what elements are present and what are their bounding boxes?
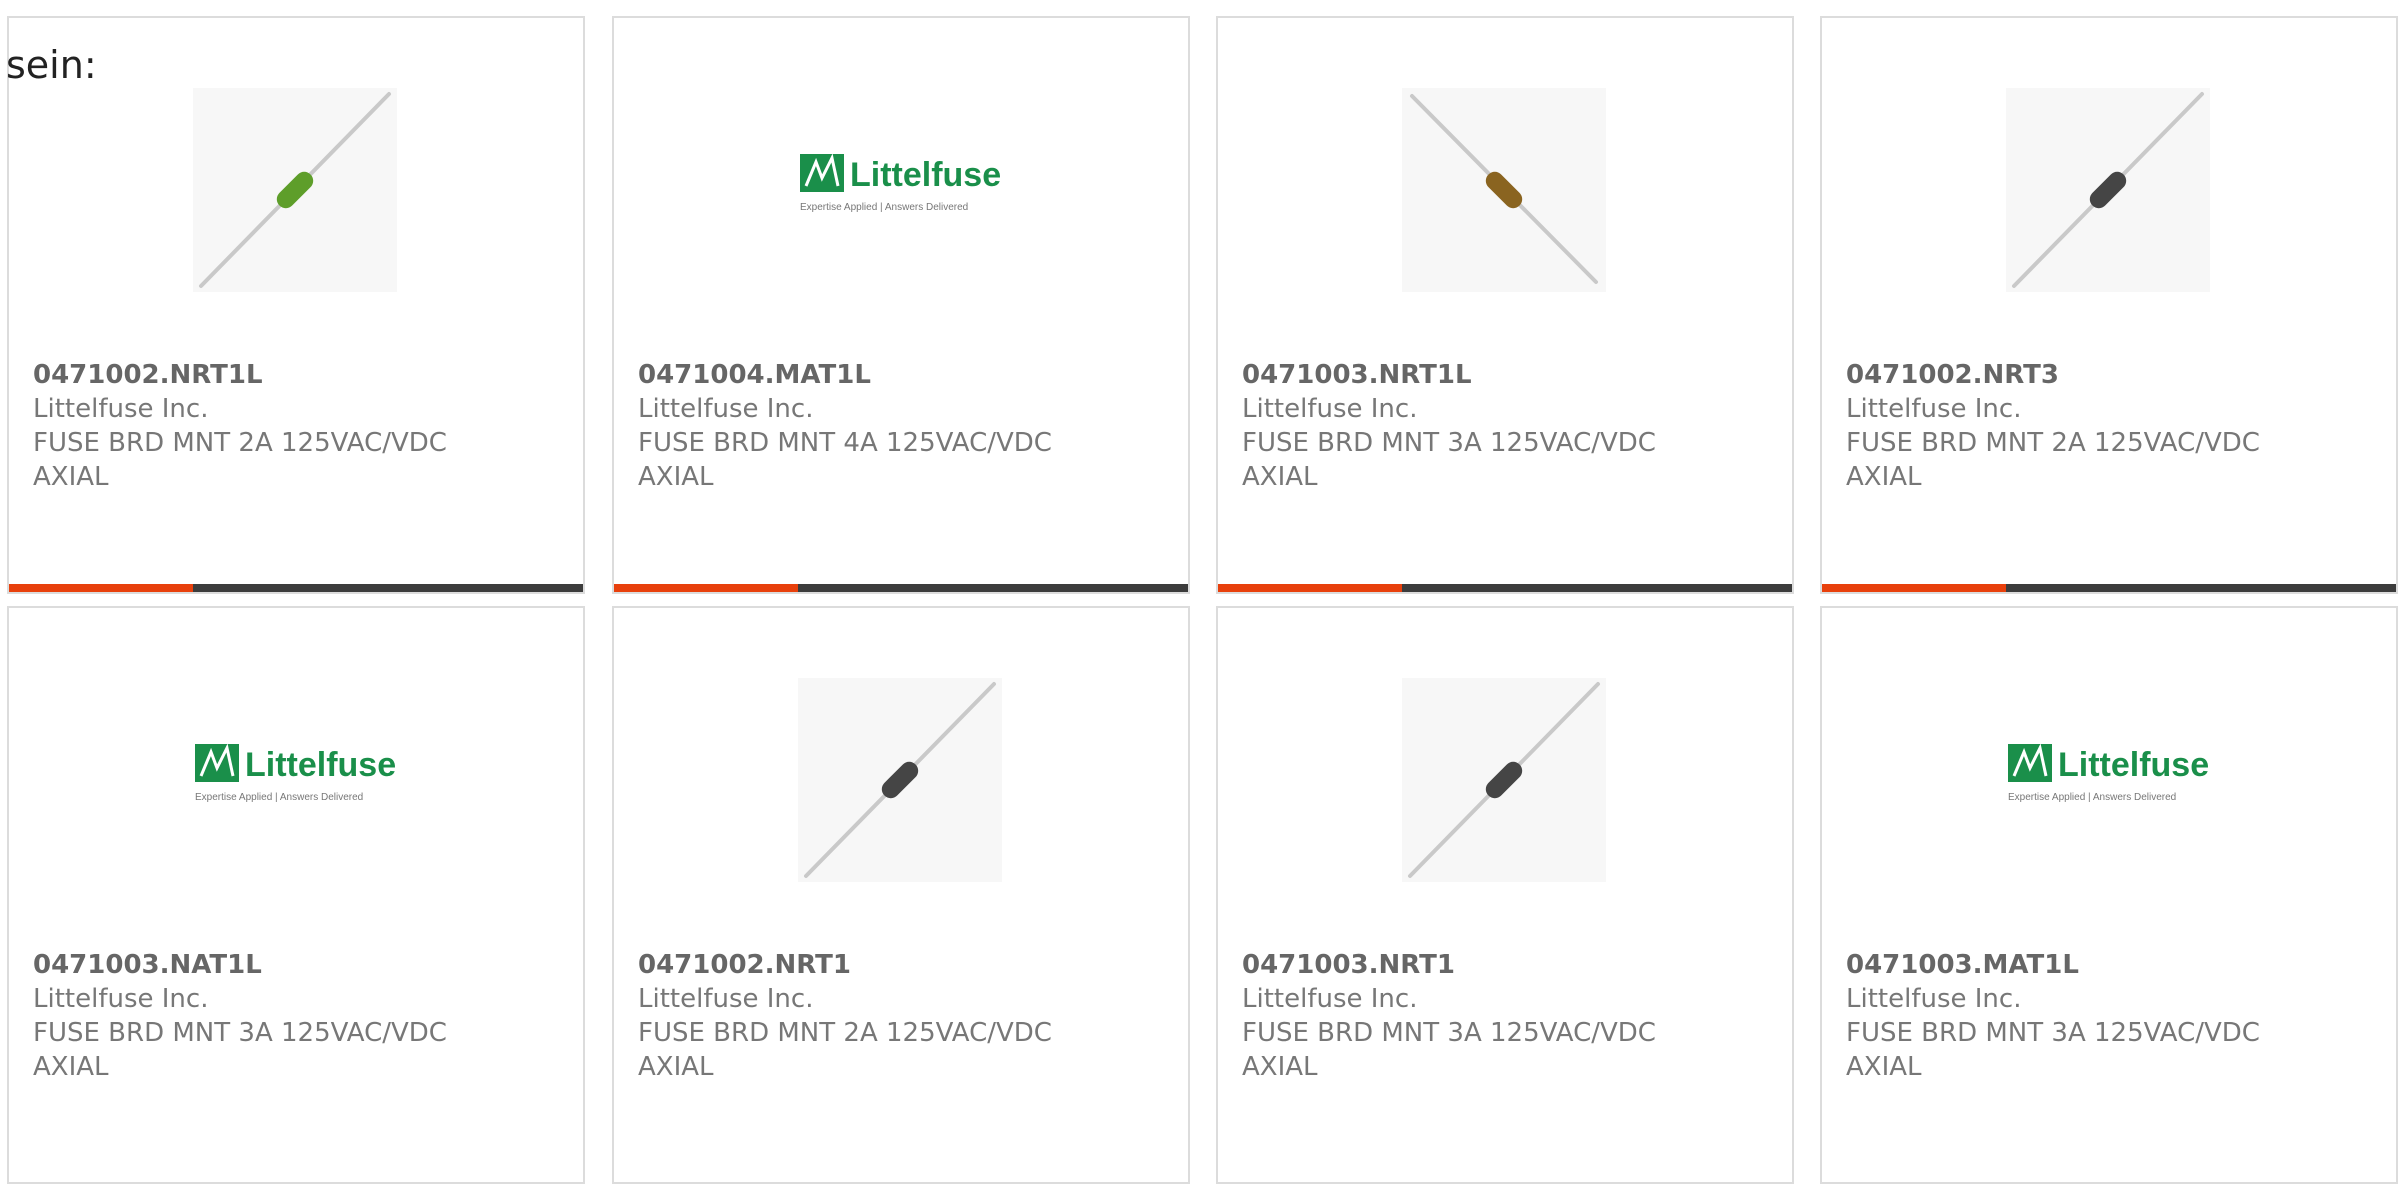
logo-tagline: Expertise Applied | Answers Delivered — [800, 202, 968, 213]
manufacturer-name: Littelfuse Inc. — [638, 394, 814, 424]
logo-wordmark: Littelfuse — [2058, 746, 2209, 784]
product-info: 0471002.NRT1 Littelfuse Inc. FUSE BRD MNT … — [638, 948, 1158, 1084]
manufacturer-name: Littelfuse Inc. — [1242, 394, 1418, 424]
fuse-body — [1485, 761, 1523, 799]
logo-tagline: Expertise Applied | Answers Delivered — [195, 792, 363, 803]
product-logo-image[interactable]: Littelfuse Expertise Applied | Answers De… — [798, 88, 1002, 292]
manufacturer-name: Littelfuse Inc. — [1846, 984, 2022, 1014]
logo-wordmark: Littelfuse — [850, 156, 1001, 194]
part-number-link[interactable]: 0471004.MAT1L — [638, 358, 1158, 392]
part-number-link[interactable]: 0471003.MAT1L — [1846, 948, 2366, 982]
product-info: 0471002.NRT3 Littelfuse Inc. FUSE BRD MNT … — [1846, 358, 2366, 494]
card-progress-bar — [1822, 584, 2396, 592]
littelfuse-logo-mark — [2008, 743, 2052, 782]
part-number-link[interactable]: 0471002.NRT3 — [1846, 358, 2366, 392]
littelfuse-logo-mark — [800, 153, 844, 192]
product-image[interactable] — [2006, 88, 2210, 292]
product-image[interactable] — [193, 88, 397, 292]
product-card[interactable]: 0471003.NRT1 Littelfuse Inc. FUSE BRD MNT … — [1216, 606, 1794, 1184]
intro-text: sein: — [6, 43, 97, 87]
product-description: FUSE BRD MNT 2A 125VAC/VDC AXIAL — [1846, 428, 2260, 492]
product-card[interactable]: 0471003.NRT1L Littelfuse Inc. FUSE BRD MNT… — [1216, 16, 1794, 594]
manufacturer-name: Littelfuse Inc. — [638, 984, 814, 1014]
product-card[interactable]: Littelfuse Expertise Applied | Answers De… — [1820, 606, 2398, 1184]
card-progress-bar — [1218, 584, 1792, 592]
product-logo-image[interactable]: Littelfuse Expertise Applied | Answers De… — [2006, 678, 2210, 882]
manufacturer-name: Littelfuse Inc. — [33, 394, 209, 424]
logo-tagline: Expertise Applied | Answers Delivered — [2008, 792, 2176, 803]
logo-wordmark: Littelfuse — [245, 746, 396, 784]
fuse-body — [2089, 171, 2127, 209]
fuse-body — [881, 761, 919, 799]
fuse-body — [276, 171, 314, 209]
product-info: 0471003.NRT1 Littelfuse Inc. FUSE BRD MNT … — [1242, 948, 1762, 1084]
product-description: FUSE BRD MNT 3A 125VAC/VDC AXIAL — [1242, 428, 1656, 492]
product-image[interactable] — [1402, 88, 1606, 292]
manufacturer-name: Littelfuse Inc. — [33, 984, 209, 1014]
part-number-link[interactable]: 0471003.NRT1L — [1242, 358, 1762, 392]
card-progress-bar — [9, 584, 583, 592]
product-card[interactable]: 0471002.NRT1L Littelfuse Inc. FUSE BRD MNT… — [7, 16, 585, 594]
product-description: FUSE BRD MNT 3A 125VAC/VDC AXIAL — [1242, 1018, 1656, 1082]
part-number-link[interactable]: 0471002.NRT1 — [638, 948, 1158, 982]
part-number-link[interactable]: 0471003.NAT1L — [33, 948, 553, 982]
card-progress-fill — [1822, 584, 2006, 592]
product-card[interactable]: Littelfuse Expertise Applied | Answers De… — [7, 606, 585, 1184]
product-description: FUSE BRD MNT 2A 125VAC/VDC AXIAL — [33, 428, 447, 492]
product-logo-image[interactable]: Littelfuse Expertise Applied | Answers De… — [193, 678, 397, 882]
product-info: 0471002.NRT1L Littelfuse Inc. FUSE BRD MNT… — [33, 358, 553, 494]
product-info: 0471003.MAT1L Littelfuse Inc. FUSE BRD MNT… — [1846, 948, 2366, 1084]
product-description: FUSE BRD MNT 4A 125VAC/VDC AXIAL — [638, 428, 1052, 492]
product-description: FUSE BRD MNT 2A 125VAC/VDC AXIAL — [638, 1018, 1052, 1082]
product-description: FUSE BRD MNT 3A 125VAC/VDC AXIAL — [33, 1018, 447, 1082]
product-image[interactable] — [798, 678, 1002, 882]
product-info: 0471003.NAT1L Littelfuse Inc. FUSE BRD MNT… — [33, 948, 553, 1084]
card-progress-bar — [614, 584, 1188, 592]
product-info: 0471004.MAT1L Littelfuse Inc. FUSE BRD MNT… — [638, 358, 1158, 494]
product-card[interactable]: Littelfuse Expertise Applied | Answers De… — [612, 16, 1190, 594]
manufacturer-name: Littelfuse Inc. — [1242, 984, 1418, 1014]
product-card[interactable]: 0471002.NRT3 Littelfuse Inc. FUSE BRD MNT … — [1820, 16, 2398, 594]
part-number-link[interactable]: 0471003.NRT1 — [1242, 948, 1762, 982]
product-card[interactable]: 0471002.NRT1 Littelfuse Inc. FUSE BRD MNT … — [612, 606, 1190, 1184]
fuse-body — [1485, 171, 1523, 209]
product-info: 0471003.NRT1L Littelfuse Inc. FUSE BRD MNT… — [1242, 358, 1762, 494]
product-image[interactable] — [1402, 678, 1606, 882]
product-description: FUSE BRD MNT 3A 125VAC/VDC AXIAL — [1846, 1018, 2260, 1082]
littelfuse-logo-mark — [195, 743, 239, 782]
manufacturer-name: Littelfuse Inc. — [1846, 394, 2022, 424]
part-number-link[interactable]: 0471002.NRT1L — [33, 358, 553, 392]
card-progress-fill — [9, 584, 193, 592]
card-progress-fill — [614, 584, 798, 592]
card-progress-fill — [1218, 584, 1402, 592]
